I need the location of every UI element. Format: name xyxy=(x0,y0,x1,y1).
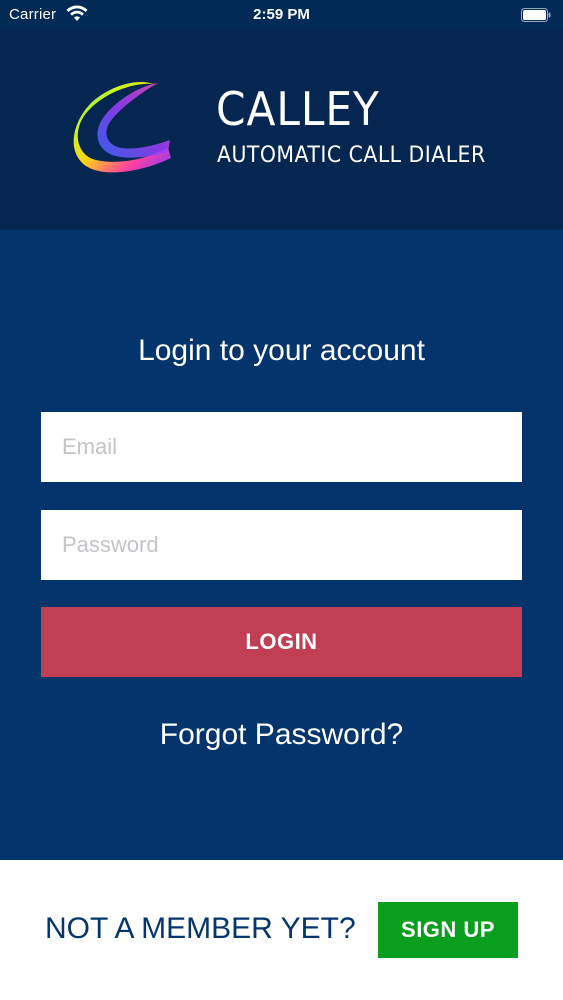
login-panel: Login to your account LOGIN Forgot Passw… xyxy=(0,230,563,860)
sign-up-button[interactable]: SIGN UP xyxy=(378,902,518,958)
app-header: CALLEY AUTOMATIC CALL DIALER xyxy=(0,30,563,230)
battery-icon xyxy=(521,8,551,22)
not-member-text: NOT A MEMBER YET? xyxy=(45,912,356,945)
password-field[interactable] xyxy=(41,510,522,580)
calley-logo-icon xyxy=(73,82,171,173)
brand-name: CALLEY xyxy=(216,82,380,136)
forgot-password-link[interactable]: Forgot Password? xyxy=(0,718,563,752)
status-bar: Carrier 2:59 PM xyxy=(0,0,563,30)
status-time: 2:59 PM xyxy=(253,6,310,23)
login-heading: Login to your account xyxy=(138,334,425,367)
email-field[interactable] xyxy=(41,412,522,482)
signup-footer: NOT A MEMBER YET? SIGN UP xyxy=(0,860,563,1000)
login-button[interactable]: LOGIN xyxy=(41,607,522,677)
brand-tagline: AUTOMATIC CALL DIALER xyxy=(217,143,486,168)
